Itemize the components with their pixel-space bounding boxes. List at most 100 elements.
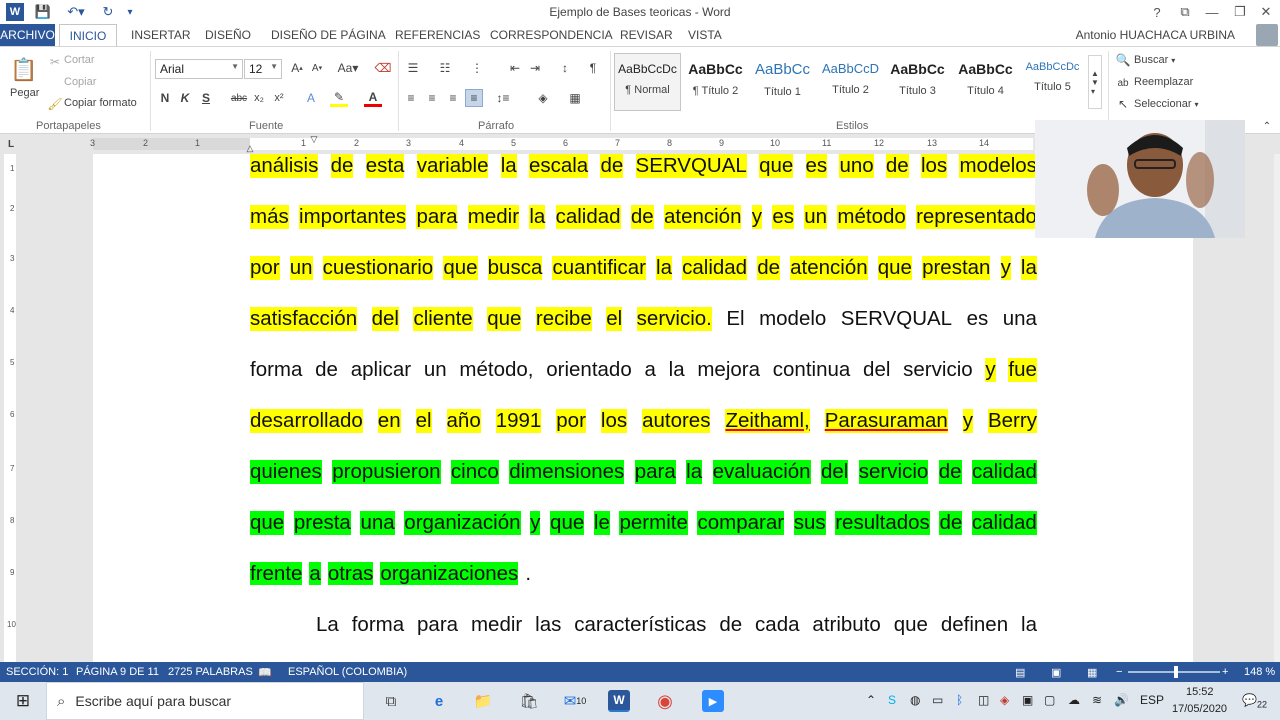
user-name[interactable]: Antonio HUACHACA URBINA: [1076, 28, 1235, 42]
align-left-icon[interactable]: ≡: [402, 89, 420, 107]
tray-monitor-icon[interactable]: ▭: [932, 693, 943, 707]
proofing-icon[interactable]: 📖: [258, 666, 272, 679]
document-line[interactable]: desarrollado en el año 1991 por los autores Zeit…: [250, 409, 1037, 433]
zoom-slider-thumb[interactable]: [1174, 666, 1178, 678]
document-word[interactable]: organizaciones: [380, 562, 519, 585]
document-word[interactable]: desarrollado: [250, 409, 363, 433]
document-word[interactable]: forma: [250, 358, 302, 382]
document-word[interactable]: aplicar: [351, 358, 411, 382]
document-word[interactable]: por: [556, 409, 586, 433]
document-word[interactable]: un: [424, 358, 447, 382]
document-word[interactable]: y: [1000, 256, 1011, 280]
document-word[interactable]: que: [487, 307, 522, 331]
document-word[interactable]: presta: [293, 511, 351, 535]
bluetooth-icon[interactable]: ᛒ: [956, 693, 963, 707]
document-word[interactable]: organización: [404, 511, 521, 535]
status-section[interactable]: SECCIÓN: 1: [6, 666, 68, 678]
document-word[interactable]: el: [415, 409, 432, 433]
document-word[interactable]: a: [309, 562, 321, 585]
document-word[interactable]: definen: [941, 613, 1008, 637]
justify-icon[interactable]: ≡: [465, 89, 483, 107]
document-word[interactable]: resultados: [835, 511, 930, 535]
ribbon-display-button[interactable]: ⧉: [1173, 2, 1197, 22]
document-word[interactable]: las: [535, 613, 561, 637]
tab-stop-selector-icon[interactable]: L: [2, 135, 20, 153]
document-word[interactable]: La: [316, 613, 339, 637]
document-word[interactable]: modelos: [959, 154, 1037, 178]
document-word[interactable]: la: [686, 460, 703, 484]
document-word[interactable]: importantes: [299, 205, 407, 229]
document-word[interactable]: Zeithaml,: [725, 409, 810, 433]
store-icon[interactable]: 🛍: [518, 690, 540, 712]
document-word[interactable]: es: [772, 205, 794, 229]
document-word[interactable]: .: [525, 562, 531, 585]
document-word[interactable]: del: [863, 358, 890, 382]
line-spacing-icon[interactable]: ↕≡: [494, 89, 512, 107]
clock-time[interactable]: 15:52: [1186, 686, 1214, 698]
document-word[interactable]: que: [443, 256, 478, 280]
clock-date[interactable]: 17/05/2020: [1172, 703, 1227, 715]
cut-button[interactable]: Cortar: [64, 54, 95, 66]
hanging-indent-marker[interactable]: △: [241, 142, 259, 154]
tab-vista[interactable]: VISTA: [688, 28, 722, 42]
document-word[interactable]: quienes: [250, 460, 322, 484]
multilevel-list-icon[interactable]: ⋮: [468, 59, 486, 77]
document-page[interactable]: análisis de esta variable la escala de SERVQUAL…: [93, 154, 1193, 662]
document-word[interactable]: de: [630, 205, 654, 229]
document-word[interactable]: cuantificar: [552, 256, 646, 280]
document-word[interactable]: que: [759, 154, 794, 178]
document-word[interactable]: sus: [793, 511, 826, 535]
style-titulo1[interactable]: AaBbCc Título 1: [749, 53, 816, 111]
document-word[interactable]: busca: [487, 256, 543, 280]
document-line[interactable]: por un cuestionario que busca cuantificar la ca…: [250, 256, 1037, 280]
format-painter-button[interactable]: Copiar formato: [64, 97, 137, 109]
document-word[interactable]: año: [446, 409, 481, 433]
style-titulo4[interactable]: AaBbCc Título 4: [952, 53, 1019, 111]
status-page[interactable]: PÁGINA 9 DE 11: [76, 666, 159, 678]
tray-widget-icon[interactable]: ▢: [1044, 693, 1055, 707]
clear-formatting-icon[interactable]: ⌫: [374, 59, 392, 77]
align-center-icon[interactable]: ≡: [423, 89, 441, 107]
language-indicator[interactable]: ESP: [1140, 693, 1164, 707]
mail-icon[interactable]: ✉ 10: [564, 690, 587, 712]
highlight-color-icon[interactable]: ✎: [330, 89, 348, 107]
find-button[interactable]: Buscar ▾: [1134, 54, 1175, 66]
close-button[interactable]: ✕: [1254, 2, 1278, 22]
word-icon[interactable]: W: [608, 690, 630, 712]
volume-icon[interactable]: 🔊: [1114, 693, 1129, 707]
tab-diseno-pagina[interactable]: DISEÑO DE PÁGINA: [271, 28, 386, 42]
document-word[interactable]: de: [757, 256, 780, 280]
print-layout-icon[interactable]: ▣: [1051, 666, 1061, 679]
web-layout-icon[interactable]: ▦: [1087, 666, 1097, 679]
document-word[interactable]: de: [939, 511, 963, 535]
document-word[interactable]: calidad: [971, 511, 1037, 535]
document-word[interactable]: un: [804, 205, 828, 229]
document-word[interactable]: prestan: [922, 256, 991, 280]
shading-icon[interactable]: ◈: [534, 89, 552, 107]
document-word[interactable]: de: [600, 154, 624, 178]
document-word[interactable]: cinco: [450, 460, 499, 484]
document-word[interactable]: más: [250, 205, 289, 229]
document-word[interactable]: para: [416, 205, 458, 229]
document-word[interactable]: atención: [663, 205, 742, 229]
document-word[interactable]: de: [938, 460, 962, 484]
bold-button[interactable]: N: [156, 89, 174, 107]
superscript-icon[interactable]: x²: [270, 89, 288, 107]
wifi-icon[interactable]: ≋: [1092, 693, 1102, 707]
document-word[interactable]: recibe: [535, 307, 592, 331]
document-word[interactable]: comparar: [697, 511, 785, 535]
document-word[interactable]: calidad: [682, 256, 748, 280]
document-word[interactable]: escala: [528, 154, 589, 178]
document-word[interactable]: propusieron: [332, 460, 441, 484]
tray-app-icon[interactable]: ◍: [910, 693, 920, 707]
document-word[interactable]: método,: [459, 358, 533, 382]
taskbar-search[interactable]: ⌕ Escribe aquí para buscar: [46, 682, 364, 720]
document-word[interactable]: modelo: [759, 307, 826, 331]
document-word[interactable]: y: [962, 409, 973, 433]
document-word[interactable]: la: [669, 358, 685, 382]
minimize-button[interactable]: —: [1200, 2, 1224, 22]
document-word[interactable]: variable: [416, 154, 489, 178]
notifications-icon[interactable]: 💬22: [1242, 693, 1267, 709]
antivirus-icon[interactable]: ◈: [1000, 693, 1009, 707]
tab-diseno[interactable]: DISEÑO: [205, 28, 251, 42]
